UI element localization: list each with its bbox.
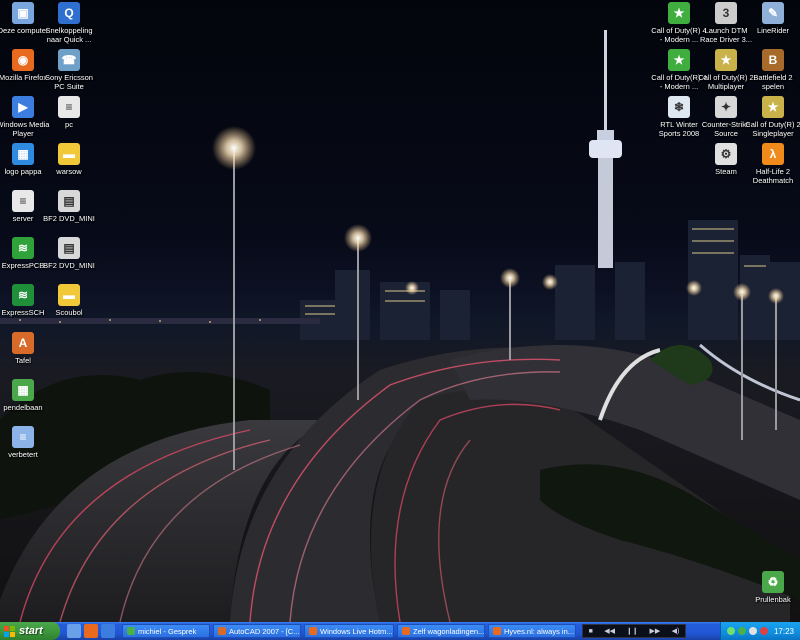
desktop-icon-label: Battlefield 2 spelen [753,73,793,91]
media-control-button[interactable]: ◀) [672,627,680,635]
desktop-icon-label: Half-Life 2 Deathmatch [752,167,794,185]
taskbar-button-label: Windows Live Hotm... [320,626,393,636]
taskbar-button-label: michiel - Gesprek [138,626,197,636]
media-player-icon[interactable] [101,624,115,638]
desktop-icon-label: Tafel [15,356,31,365]
half-life-icon: λ [762,143,784,165]
desktop-icon-folder[interactable]: ▬ Scoubol [41,284,97,317]
desktop-icon-label: Prullenbak [755,595,791,604]
desktop-icon-document[interactable]: ≡ pc [41,96,97,129]
desktop-icon-phone[interactable]: ☎ Sony Ericsson PC Suite [41,49,97,91]
taskbar-button[interactable]: AutoCAD 2007 - [C... [213,624,301,638]
cod4-icon: ★ [668,2,690,24]
city-night-scene [0,30,800,622]
tray-icons [724,627,768,635]
media-player-controls: ■ ◀◀ ❙❙ ▶▶ ◀) [582,624,686,638]
race-driver-icon: 3 [715,2,737,24]
desktop-icon-label: BF2 DVD_MINI [43,261,95,270]
folder-icon: ▬ [58,143,80,165]
desktop-icon-label: Sony Ericsson PC Suite [45,73,93,91]
folder-icon: ▬ [58,284,80,306]
quick-launch-bar [64,624,115,638]
cod2-icon: ★ [715,49,737,71]
firefox-icon[interactable] [84,624,98,638]
desktop-icon-half-life[interactable]: λ Half-Life 2 Deathmatch [745,143,800,185]
desktop-icon-disk-image[interactable]: ▤ BF2 DVD_MINI [41,190,97,223]
winter-sports-icon: ❄ [668,96,690,118]
taskbar-button[interactable]: Zelf wagonladingen... [397,624,485,638]
taskbar-button-label: Zelf wagonladingen... [413,626,485,636]
linerider-icon: ✎ [762,2,784,24]
media-player-icon: ▶ [12,96,34,118]
desktop-icon-cod2[interactable]: ★ Call of Duty(R) 2 Singleplayer [745,96,800,138]
desktop-icon-label: Call of Duty(R) 2 Singleplayer [745,120,800,138]
taskbar-button[interactable]: Hyves.nl: always in... [488,624,576,638]
network-icon[interactable] [726,627,735,635]
messenger-tray-icon[interactable] [737,627,746,635]
schematic-icon: ≋ [12,284,34,306]
counter-strike-icon: ✦ [715,96,737,118]
steam-icon: ⚙ [715,143,737,165]
desktop-icon-label: warsow [56,167,82,176]
desktop-icon-label: BF2 DVD_MINI [43,214,95,223]
autocad-file-icon: A [12,332,34,354]
system-tray: 17:23 [720,622,800,640]
desktop-icon-recycle-bin[interactable]: ♻ Prullenbak [745,571,800,604]
pcb-icon: ≋ [12,237,34,259]
clock[interactable]: 17:23 [774,627,794,636]
computer-icon: ▣ [12,2,34,24]
desktop-icon-battlefield[interactable]: B Battlefield 2 spelen [745,49,800,91]
desktop-icon-linerider[interactable]: ✎ LineRider [745,2,800,35]
document-icon: ≡ [58,96,80,118]
start-label: start [19,625,43,637]
desktop-icon-autocad-file[interactable]: A Tafel [0,332,51,365]
recycle-bin-icon: ♻ [762,571,784,593]
media-control-button[interactable]: ■ [589,628,593,635]
taskbar-button[interactable]: michiel - Gesprek [122,624,210,638]
media-control-button[interactable]: ❙❙ [626,627,638,635]
phone-icon: ☎ [58,49,80,71]
desktop-icon-disk-image[interactable]: ▤ BF2 DVD_MINI [41,237,97,270]
disk-image-icon: ▤ [58,190,80,212]
desktop-icon-image-file[interactable]: ▦ pendelbaan [0,379,51,412]
cod4-icon: ★ [668,49,690,71]
media-control-button[interactable]: ▶▶ [649,627,660,635]
show-desktop-icon[interactable] [67,624,81,638]
volume-icon[interactable] [748,627,757,635]
document-icon: ≡ [12,190,34,212]
firefox-icon [402,627,410,635]
desktop-icon-label: pendelbaan [3,403,43,412]
desktop-wallpaper [0,0,800,622]
messenger-icon [127,627,135,635]
desktop-icon-folder[interactable]: ▬ warsow [41,143,97,176]
taskbar: start michiel - Gesprek AutoCAD 2007 - [C… [0,622,800,640]
desktop-icon-label: Scoubol [55,308,83,317]
firefox-icon [309,627,317,635]
image-file-icon: ▦ [12,143,34,165]
desktop-icon-document[interactable]: ≡ verbetert [0,426,51,459]
autocad-icon [218,627,226,635]
desktop-icon-label: LineRider [756,26,790,35]
security-icon[interactable] [759,627,768,635]
desktop-icon-label: verbetert [8,450,38,459]
windows-logo-icon [4,625,15,637]
document-icon: ≡ [12,426,34,448]
desktop-icon-label: pc [65,120,73,129]
taskbar-button-label: Hyves.nl: always in... [504,626,575,636]
disk-image-icon: ▤ [58,237,80,259]
media-control-button[interactable]: ◀◀ [604,627,615,635]
taskbar-button-label: AutoCAD 2007 - [C... [229,626,300,636]
cod2-icon: ★ [762,96,784,118]
firefox-icon [493,627,501,635]
firefox-icon: ◉ [12,49,34,71]
desktop-icon-quicktime[interactable]: Q Snelkoppeling naar Quick ... [41,2,97,44]
taskbar-buttons: michiel - Gesprek AutoCAD 2007 - [C... Win… [119,624,576,638]
image-file-icon: ▦ [12,379,34,401]
taskbar-button[interactable]: Windows Live Hotm... [304,624,394,638]
desktop-icon-label: Snelkoppeling naar Quick ... [45,26,93,44]
quicktime-icon: Q [58,2,80,24]
battlefield-icon: B [762,49,784,71]
start-button[interactable]: start [0,622,60,640]
